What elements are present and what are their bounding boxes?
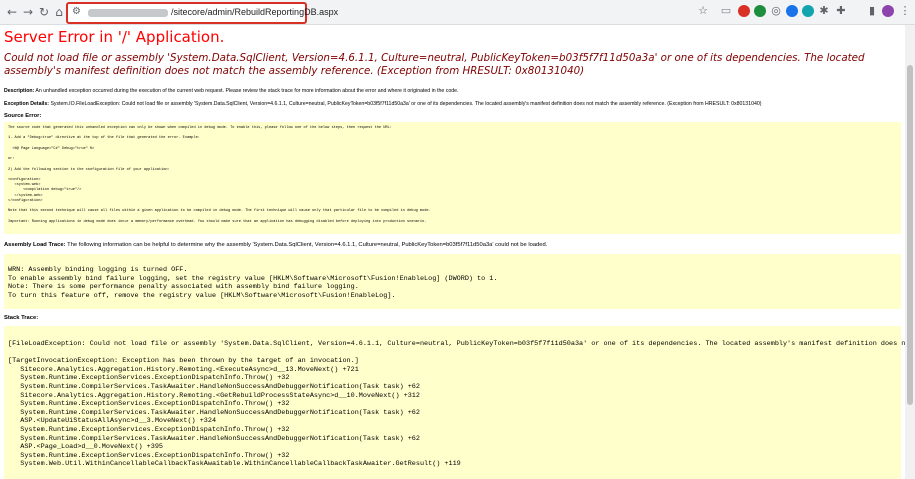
tabs-counter-icon[interactable]: ▭ [720,5,732,17]
opera-icon[interactable] [738,5,750,17]
stack-trace-box: [FileLoadException: Could not load file … [4,326,905,479]
source-error-line: Important: Running applications in debug… [8,219,427,224]
assembly-load-trace-content: WRN: Assembly binding logging is turned … [8,266,497,300]
stack-trace-line: ASP.<Page_Load>d__0.MoveNext() +395 [8,443,163,452]
browser-toolbar: ← → ↻ ⌂ ⚙ /sitecore/admin/RebuildReporti… [0,0,915,25]
exception-details-label: Exception Details: [4,101,49,107]
scrollbar-thumb[interactable] [907,65,913,405]
stack-trace-line: System.Runtime.ExceptionServices.Excepti… [8,374,290,383]
stack-trace-line: System.Runtime.CompilerServices.TaskAwai… [8,434,420,443]
stack-trace-line [8,349,905,358]
back-arrow-icon[interactable]: ← [4,4,20,20]
assembly-trace-line: WRN: Assembly binding logging is turned … [8,266,188,274]
assembly-load-trace-label: Assembly Load Trace: [4,242,66,248]
assembly-trace-line: To turn this feature off, remove the reg… [8,291,396,300]
stack-trace-line: Sitecore.Analytics.Aggregation.History.R… [8,365,359,374]
assembly-load-trace-box: WRN: Assembly binding logging is turned … [4,254,901,309]
stack-trace-line: System.Runtime.CompilerServices.TaskAwai… [8,408,420,417]
profile-avatar-icon[interactable] [882,5,894,17]
error-page: Server Error in '/' Application. Could n… [0,25,905,479]
camera-extension-icon[interactable]: ◎ [770,5,782,17]
page-scrollbar[interactable] [905,25,915,479]
address-bar-url[interactable]: /sitecore/admin/RebuildReportingDB.aspx [171,7,338,17]
assembly-load-trace-row: Assembly Load Trace: The following infor… [4,242,547,248]
stack-trace-line: System.Runtime.CompilerServices.TaskAwai… [8,382,420,391]
assembly-trace-line: To enable assembly bind failure logging,… [8,274,498,283]
teal-extension-icon[interactable] [802,5,814,17]
exception-details-row: Exception Details: System.IO.FileLoadExc… [4,101,761,107]
stack-trace-line: [TargetInvocationException: Exception ha… [8,357,359,366]
address-bar[interactable]: ⚙ /sitecore/admin/RebuildReportingDB.asp… [66,2,338,24]
page-title: Server Error in '/' Application. [4,28,225,46]
assembly-trace-line: Note: There is some performance penalty … [8,283,359,292]
stack-trace-line: System.Runtime.ExceptionServices.Excepti… [8,425,290,434]
puzzle-extension-icon[interactable]: ✚ [835,5,847,17]
home-icon[interactable]: ⌂ [51,4,67,20]
stack-trace-line: ASP.<UpdateUiStatusAllAsync>d__3.MoveNex… [8,417,217,426]
exception-details-text: System.IO.FileLoadException: Could not l… [50,101,762,107]
stack-trace-line: Sitecore.Analytics.Aggregation.History.R… [8,391,420,400]
description-row: Description: An unhandled exception occu… [4,88,458,94]
sidebar-icon[interactable]: ▮ [866,5,878,17]
blue-extension-icon[interactable] [786,5,798,17]
assembly-load-trace-text: The following information can be helpful… [67,242,548,248]
source-error-heading: Source Error: [4,113,42,119]
bug-extension-icon[interactable]: ✱ [818,5,830,17]
description-text: An unhandled exception occurred during t… [35,88,459,94]
stack-trace-line: System.Web.Util.WithinCancellableCallbac… [8,460,461,469]
source-error-text: The source code that generated this unha… [8,126,431,225]
source-error-box: The source code that generated this unha… [4,122,901,234]
redacted-host [88,9,168,17]
menu-icon[interactable]: ⋮ [899,5,911,17]
green-extension-icon[interactable] [754,5,766,17]
source-error-line: Note that this second technique will cau… [8,209,431,214]
stack-trace-line: System.Runtime.ExceptionServices.Excepti… [8,451,290,460]
stack-trace-content: [FileLoadException: Could not load file … [8,340,905,469]
description-label: Description: [4,88,35,94]
stack-trace-line: [FileLoadException: Could not load file … [8,340,905,348]
stack-trace-heading: Stack Trace: [4,315,39,321]
stack-trace-line: System.Runtime.ExceptionServices.Excepti… [8,400,290,409]
site-info-icon[interactable]: ⚙ [72,6,81,17]
bookmark-star-icon[interactable]: ☆ [697,5,709,17]
error-message: Could not load file or assembly 'System.… [4,52,865,77]
reload-icon[interactable]: ↻ [36,4,52,20]
source-error-line: The source code that generated this unha… [8,126,392,130]
forward-arrow-icon[interactable]: → [20,4,36,20]
